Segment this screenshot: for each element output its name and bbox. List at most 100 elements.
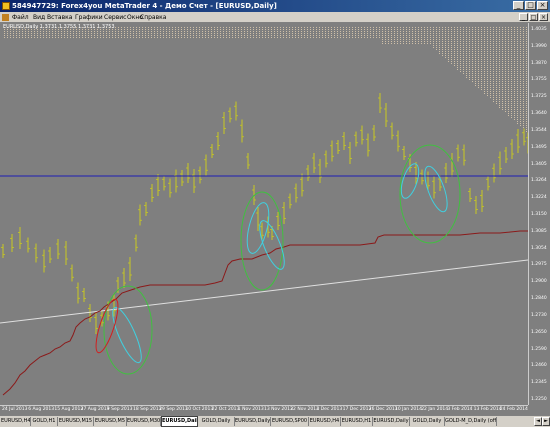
maximize-button[interactable]: □ [525,1,536,10]
indicator-dot [430,41,431,42]
indicator-dot [511,45,512,46]
menu-charts[interactable]: Графики [75,12,103,23]
chart-tab[interactable]: EURUSD,Daily [373,417,410,426]
indicator-dot [511,67,512,68]
time-axis[interactable]: 24 Jul 2013 6 Aug 2013 15 Aug 2013 27 Aug 2… [0,405,528,415]
moving-average-line[interactable] [0,259,528,324]
indicator-dot [490,73,491,74]
ellipse-cyan-1[interactable] [107,304,146,365]
indicator-dot [394,29,395,30]
indicator-dot [463,63,464,64]
indicator-dot [469,63,470,64]
indicator-dot [505,59,506,60]
price-chart[interactable] [0,23,528,405]
indicator-dot [313,33,314,34]
indicator-dot [307,35,308,36]
indicator-dot [382,27,383,28]
chart-tab[interactable]: EURUSD,H4 [309,417,341,426]
indicator-dot [397,43,398,44]
indicator-dot [517,59,518,60]
mdi-close-button[interactable]: × [539,13,548,21]
indicator-dot [286,29,287,30]
tab-scroll-left-button[interactable]: ◄ [534,417,542,426]
indicator-dot [499,91,500,92]
indicator-dot [496,71,497,72]
mdi-minimize-button[interactable]: _ [519,13,528,21]
chart-tab[interactable]: EURUSD,H1 [341,417,373,426]
indicator-dot [19,33,20,34]
indicator-dot [274,33,275,34]
indicator-dot [484,85,485,86]
indicator-dot [496,69,497,70]
chart-tab[interactable]: EURUSD,Daily [161,416,198,427]
indicator-dot [451,59,452,60]
indicator-dot [457,69,458,70]
menu-file[interactable]: Файл [12,12,29,23]
indicator-dot [463,59,464,60]
tab-scroll-right-button[interactable]: ► [542,417,550,426]
mdi-restore-button[interactable]: □ [529,13,538,21]
indicator-dot [451,37,452,38]
indicator-dot [406,27,407,28]
indicator-dot [172,35,173,36]
indicator-dot [454,47,455,48]
indicator-dot [166,27,167,28]
indicator-dot [256,33,257,34]
chart-window[interactable]: EURUSD,Daily 1.3731 1.3755 1.3731 1.3753… [0,23,550,415]
indicator-dot [526,31,527,32]
indicator-dot [403,41,404,42]
chart-tab[interactable]: EURUSD,M15 [58,417,94,426]
indicator-dot [397,37,398,38]
indicator-dot [454,45,455,46]
indicator-dot [481,47,482,48]
indicator-dot [298,37,299,38]
ellipse-green-3[interactable] [399,144,461,244]
indicator-dot [211,27,212,28]
indicator-dot [328,31,329,32]
price-axis[interactable]: 1.4035 1.3990 1.3870 1.3755 1.3725 1.3640 1.35… [528,23,550,405]
chart-tab[interactable]: EURUSD,M5 [94,417,127,426]
indicator-dot [229,37,230,38]
chart-tab[interactable]: EURUSD,Daily [235,417,271,426]
chart-tab[interactable]: GOLD,H1 [31,417,58,426]
chart-tab[interactable]: EURUSD,H4 [1,417,31,426]
indicator-dot [22,31,23,32]
indicator-dot [337,27,338,28]
chart-tab[interactable]: GOLD-M_D,Daily (offline) [445,417,497,426]
chart-tab[interactable]: EURUSD,SP00 [271,417,309,426]
indicator-dot [523,107,524,108]
indicator-dot [403,33,404,34]
indicator-dot [505,53,506,54]
indicator-dot [523,85,524,86]
ellipse-cyan-4[interactable] [420,164,451,215]
ellipse-green-1[interactable] [103,285,153,375]
menu-view[interactable]: Вид [33,12,45,23]
indicator-dot [418,29,419,30]
window-title: 584947729: Forex4you MetaTrader 4 - Демо… [12,2,277,10]
indicator-dot [445,29,446,30]
indicator-dot [469,59,470,60]
indicator-dot [478,39,479,40]
indicator-dot [487,95,488,96]
indicator-dot [277,33,278,34]
minimize-button[interactable]: _ [513,1,524,10]
chart-tab[interactable]: GOLD,Daily [198,417,235,426]
close-button[interactable]: × [537,1,548,10]
menu-help[interactable]: Справка [140,12,166,23]
indicator-dot [181,27,182,28]
indicator-dot [490,59,491,60]
chart-plot-area[interactable]: EURUSD,Daily 1.3731 1.3755 1.3731 1.3753 [0,23,528,405]
indicator-dot [244,33,245,34]
indicator-dot [469,31,470,32]
indicator-dot [481,81,482,82]
chart-tab[interactable]: GOLD,Daily [410,417,445,426]
indicator-dot [226,27,227,28]
indicator-dot [409,35,410,36]
indicator-dot [499,107,500,108]
chart-tab[interactable]: EURUSD,M30 [127,417,161,426]
indicator-dot [154,29,155,30]
menu-tools[interactable]: Сервис [104,12,126,23]
indicator-dot [484,77,485,78]
menu-insert[interactable]: Вставка [47,12,72,23]
indicator-dot [499,89,500,90]
